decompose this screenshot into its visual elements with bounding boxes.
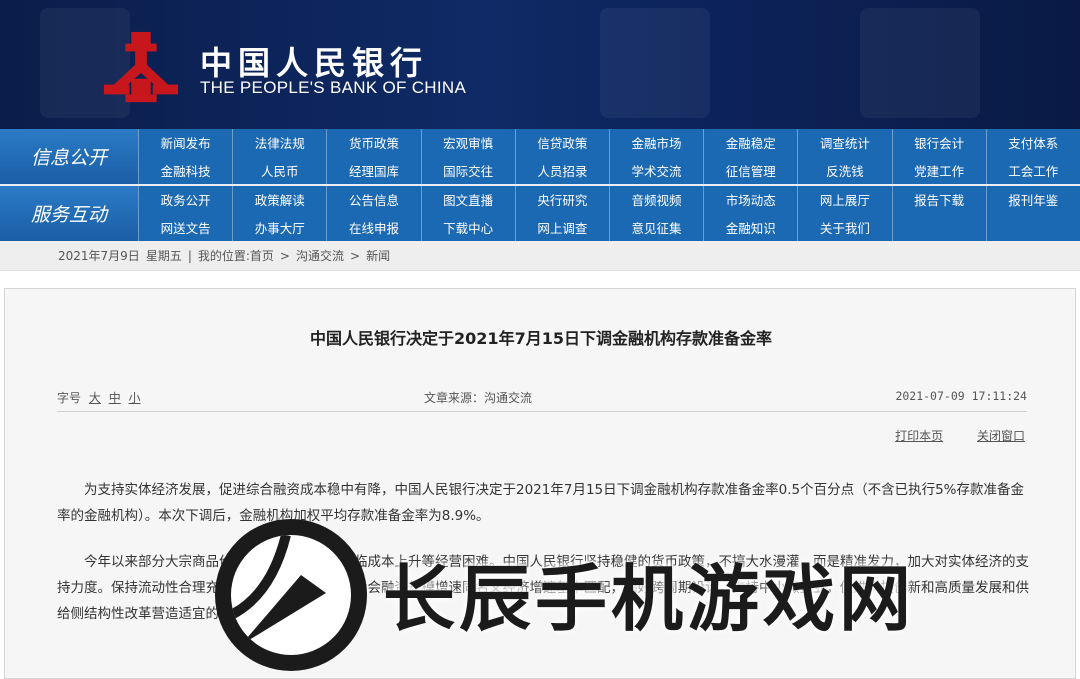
font-size-label: 字号 xyxy=(57,391,82,405)
nav-section-service-interaction: 服务互动 xyxy=(0,186,138,241)
nav-item[interactable]: 货币政策 xyxy=(326,129,420,157)
banner-decoration xyxy=(860,8,980,118)
nav-item[interactable]: 党建工作 xyxy=(891,156,986,184)
nav-item[interactable]: 新闻发布 xyxy=(138,129,232,157)
article-actions: 打印本页 关闭窗口 xyxy=(865,427,1025,444)
logo-english-name[interactable]: THE PEOPLE'S BANK OF CHINA xyxy=(200,78,466,98)
breadcrumb-arrow: > xyxy=(350,248,361,263)
nav-item[interactable]: 关于我们 xyxy=(797,213,891,241)
breadcrumb-home-link[interactable]: 我的位置:首页 xyxy=(198,247,274,264)
header-banner: 中国人民银行 THE PEOPLE'S BANK OF CHINA xyxy=(0,0,1080,129)
close-window-link[interactable]: 关闭窗口 xyxy=(977,429,1025,443)
font-size-medium-link[interactable]: 中 xyxy=(109,391,121,405)
nav-item[interactable]: 市场动态 xyxy=(703,186,797,214)
breadcrumb: 2021年7月9日 星期五 | 我的位置:首页 > 沟通交流 > 新闻 xyxy=(0,241,1080,271)
nav-item[interactable]: 意见征集 xyxy=(608,213,703,241)
nav-section-info-disclosure: 信息公开 xyxy=(0,129,138,184)
nav-item[interactable]: 国际交往 xyxy=(420,156,515,184)
nav-item[interactable]: 金融知识 xyxy=(703,213,797,241)
nav-item[interactable]: 政务公开 xyxy=(138,186,232,214)
nav-grid-service: 政务公开 政策解读 公告信息 图文直播 央行研究 音频视频 市场动态 网上展厅 … xyxy=(138,186,1080,241)
watermark-dart-icon xyxy=(231,535,326,645)
watermark-text: 长辰手机游戏网 xyxy=(383,557,916,641)
nav-item[interactable]: 征信管理 xyxy=(703,156,797,184)
nav-item[interactable]: 人民币 xyxy=(232,156,326,184)
nav-item[interactable]: 在线申报 xyxy=(326,213,420,241)
nav-item[interactable]: 网送文告 xyxy=(138,213,232,241)
nav-item-empty xyxy=(891,213,986,241)
nav-item[interactable]: 网上展厅 xyxy=(797,186,891,214)
font-size-large-link[interactable]: 大 xyxy=(89,391,101,405)
font-size-small-link[interactable]: 小 xyxy=(129,391,141,405)
current-weekday: 星期五 xyxy=(145,249,182,263)
pboc-logo-icon[interactable] xyxy=(102,30,180,108)
nav-item[interactable]: 支付体系 xyxy=(985,129,1080,157)
nav-item[interactable]: 报告下载 xyxy=(891,186,986,214)
nav-item[interactable]: 金融市场 xyxy=(608,129,703,157)
nav-item[interactable]: 经理国库 xyxy=(326,156,420,184)
nav-item[interactable]: 报刊年鉴 xyxy=(985,186,1080,214)
watermark-logo-icon xyxy=(215,519,367,671)
nav-item[interactable]: 央行研究 xyxy=(514,186,609,214)
nav-item[interactable]: 反洗钱 xyxy=(797,156,891,184)
breadcrumb-communication-link[interactable]: 沟通交流 xyxy=(296,247,344,264)
banner-decoration xyxy=(600,8,710,118)
main-navigation: 信息公开 新闻发布 法律法规 货币政策 宏观审慎 信贷政策 金融市场 金融稳定 … xyxy=(0,129,1080,241)
nav-item[interactable]: 金融科技 xyxy=(138,156,232,184)
nav-item[interactable]: 银行会计 xyxy=(891,129,986,157)
article-meta: 字号 大 中 小 文章来源：沟通交流 2021-07-09 17:11:24 xyxy=(57,389,1027,407)
nav-item[interactable]: 学术交流 xyxy=(608,156,703,184)
nav-item[interactable]: 政策解读 xyxy=(232,186,326,214)
article-title: 中国人民银行决定于2021年7月15日下调金融机构存款准备金率 xyxy=(310,329,772,348)
nav-item[interactable]: 调查统计 xyxy=(797,129,891,157)
article-source: 文章来源：沟通交流 xyxy=(424,391,533,405)
nav-item[interactable]: 公告信息 xyxy=(326,186,420,214)
nav-item[interactable]: 音频视频 xyxy=(608,186,703,214)
nav-item[interactable]: 法律法规 xyxy=(232,129,326,157)
nav-item[interactable]: 工会工作 xyxy=(985,156,1080,184)
nav-item[interactable]: 网上调查 xyxy=(514,213,609,241)
font-size-controls: 字号 大 中 小 xyxy=(57,389,141,406)
meta-divider xyxy=(57,411,1027,412)
nav-grid-info: 新闻发布 法律法规 货币政策 宏观审慎 信贷政策 金融市场 金融稳定 调查统计 … xyxy=(138,129,1080,184)
nav-item[interactable]: 人员招录 xyxy=(514,156,609,184)
nav-item[interactable]: 信贷政策 xyxy=(514,129,609,157)
nav-item[interactable]: 下载中心 xyxy=(420,213,515,241)
nav-item[interactable]: 宏观审慎 xyxy=(420,129,515,157)
article-paragraph: 为支持实体经济发展，促进综合融资成本稳中有降，中国人民银行决定于2021年7月1… xyxy=(57,482,1025,524)
breadcrumb-news-link[interactable]: 新闻 xyxy=(366,247,390,264)
breadcrumb-arrow: > xyxy=(279,248,290,263)
nav-item[interactable]: 办事大厅 xyxy=(232,213,326,241)
current-date: 2021年7月9日 xyxy=(58,249,140,263)
article-datetime: 2021-07-09 17:11:24 xyxy=(895,389,1027,403)
print-page-link[interactable]: 打印本页 xyxy=(895,429,943,443)
breadcrumb-separator: | xyxy=(187,248,192,263)
nav-item[interactable]: 金融稳定 xyxy=(703,129,797,157)
nav-item-empty xyxy=(985,213,1080,241)
nav-item[interactable]: 图文直播 xyxy=(420,186,515,214)
